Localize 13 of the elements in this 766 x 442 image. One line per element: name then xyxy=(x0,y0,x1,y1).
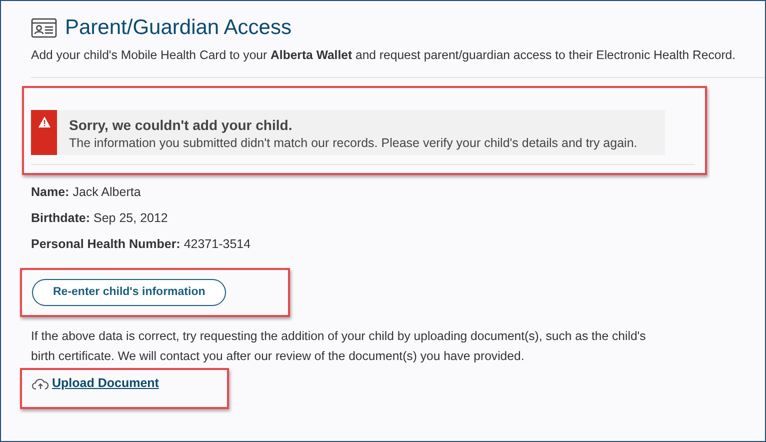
detail-text: Personal Health Number: 42371-3514 xyxy=(31,237,252,252)
alert-heading: Sorry, we couldn't add your child. xyxy=(69,116,294,134)
page-title: Parent/Guardian Access xyxy=(65,15,292,40)
alert-message: The information you submitted didn't match our records. Please verify your child's details and try again. xyxy=(69,134,638,152)
upload-document-link[interactable]: Upload Document xyxy=(52,374,159,394)
reenter-button[interactable]: Re-enter child's information xyxy=(32,279,226,306)
warning-icon xyxy=(38,116,50,128)
detail-text: Birthdate: Sep 25, 2012 xyxy=(31,211,169,226)
id-card-icon xyxy=(31,18,57,38)
page-description: Add your child's Mobile Health Card to your Alberta Wallet and request parent/guardian access to their Electronic Health Record. xyxy=(31,47,737,64)
cloud-upload-icon xyxy=(32,378,49,390)
upload-note: If the above data is correct, try requesting the addition of your child by uploading document(s), such as the child's birth certificate. We will contact you after our review of the document(s) you have provided. xyxy=(31,328,647,365)
detail-text: Name: Jack Alberta xyxy=(31,185,142,200)
